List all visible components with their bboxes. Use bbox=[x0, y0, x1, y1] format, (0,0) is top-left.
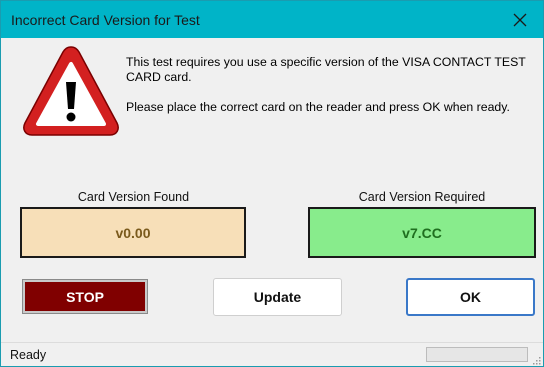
close-button[interactable] bbox=[497, 1, 543, 38]
card-version-required-value: v7.CC bbox=[308, 207, 536, 258]
card-version-found-label: Card Version Found bbox=[77, 190, 190, 204]
status-bar: Ready bbox=[1, 342, 543, 366]
message-line-1: This test requires you use a specific ve… bbox=[126, 55, 526, 84]
stop-button[interactable]: STOP bbox=[22, 279, 148, 314]
resize-grip-icon[interactable] bbox=[531, 355, 541, 365]
title-bar: Incorrect Card Version for Test bbox=[1, 1, 543, 38]
dialog-window: Incorrect Card Version for Test This tes… bbox=[0, 0, 544, 367]
warning-triangle-icon bbox=[23, 46, 119, 136]
card-version-found-value: v0.00 bbox=[20, 207, 246, 258]
window-title: Incorrect Card Version for Test bbox=[11, 12, 200, 28]
status-text: Ready bbox=[10, 348, 47, 362]
close-icon bbox=[513, 13, 527, 26]
message-line-2: Please place the correct card on the rea… bbox=[126, 100, 510, 114]
ok-button[interactable]: OK bbox=[406, 278, 535, 316]
card-version-required-label: Card Version Required bbox=[358, 190, 486, 204]
message-text: This test requires you use a specific ve… bbox=[126, 55, 526, 130]
update-button[interactable]: Update bbox=[213, 278, 342, 316]
progress-bar bbox=[426, 347, 528, 362]
